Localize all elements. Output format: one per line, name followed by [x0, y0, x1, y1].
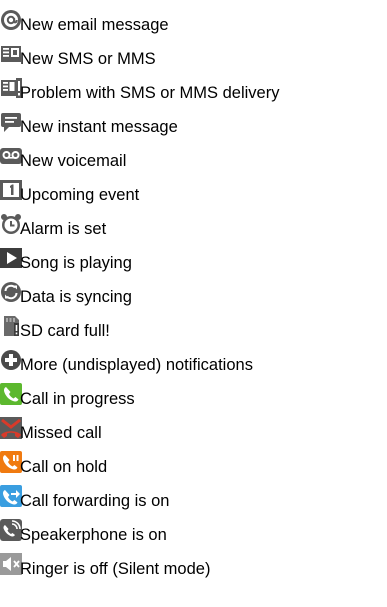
list-item: New voicemail [0, 145, 387, 179]
speakerphone-icon [0, 519, 22, 541]
sd-card-full-icon [0, 315, 22, 337]
notification-label: Call forwarding is on [20, 492, 170, 510]
list-item: Missed call [0, 417, 387, 451]
notification-label: Ringer is off (Silent mode) [20, 560, 211, 578]
notification-label: Call on hold [20, 458, 108, 476]
list-item: More (undisplayed) notifications [0, 349, 387, 383]
play-icon [0, 247, 22, 269]
notification-label: Speakerphone is on [20, 526, 167, 544]
notification-label: SD card full! [20, 322, 110, 340]
list-item: Call forwarding is on [0, 485, 387, 519]
list-item: Call in progress [0, 383, 387, 417]
notification-label: Problem with SMS or MMS delivery [20, 84, 280, 102]
notification-label: Data is syncing [20, 288, 132, 306]
sms-error-icon [0, 77, 22, 99]
email-icon [0, 9, 22, 31]
notification-icon-list: New email message New SMS or MMS Problem… [0, 9, 387, 587]
call-hold-icon [0, 451, 22, 473]
phone-call-icon [0, 383, 22, 405]
notification-label: More (undisplayed) notifications [20, 356, 253, 374]
alarm-clock-icon [0, 213, 22, 235]
notification-label: Missed call [20, 424, 102, 442]
list-item: New instant message [0, 111, 387, 145]
call-forward-icon [0, 485, 22, 507]
list-item: New SMS or MMS [0, 43, 387, 77]
notification-label: Call in progress [20, 390, 135, 408]
list-item: Alarm is set [0, 213, 387, 247]
list-item: Upcoming event [0, 179, 387, 213]
list-item: New email message [0, 9, 387, 43]
plus-icon [0, 349, 22, 371]
notification-label: Alarm is set [20, 220, 107, 238]
notification-label: New SMS or MMS [20, 50, 156, 68]
ringer-off-icon [0, 553, 22, 575]
notification-label: Upcoming event [20, 186, 140, 204]
missed-call-icon [0, 417, 22, 439]
list-item: Ringer is off (Silent mode) [0, 553, 387, 587]
calendar-icon [0, 179, 22, 201]
notification-label: Song is playing [20, 254, 132, 272]
chat-bubble-icon [0, 111, 22, 133]
voicemail-icon [0, 145, 22, 167]
sms-icon [0, 43, 22, 65]
list-item: Data is syncing [0, 281, 387, 315]
list-item: Song is playing [0, 247, 387, 281]
notification-label: New voicemail [20, 152, 127, 170]
list-item: SD card full! [0, 315, 387, 349]
list-item: Problem with SMS or MMS delivery [0, 77, 387, 111]
list-item: Call on hold [0, 451, 387, 485]
notification-label: New email message [20, 16, 169, 34]
notification-label: New instant message [20, 118, 178, 136]
list-item: Speakerphone is on [0, 519, 387, 553]
sync-icon [0, 281, 22, 303]
